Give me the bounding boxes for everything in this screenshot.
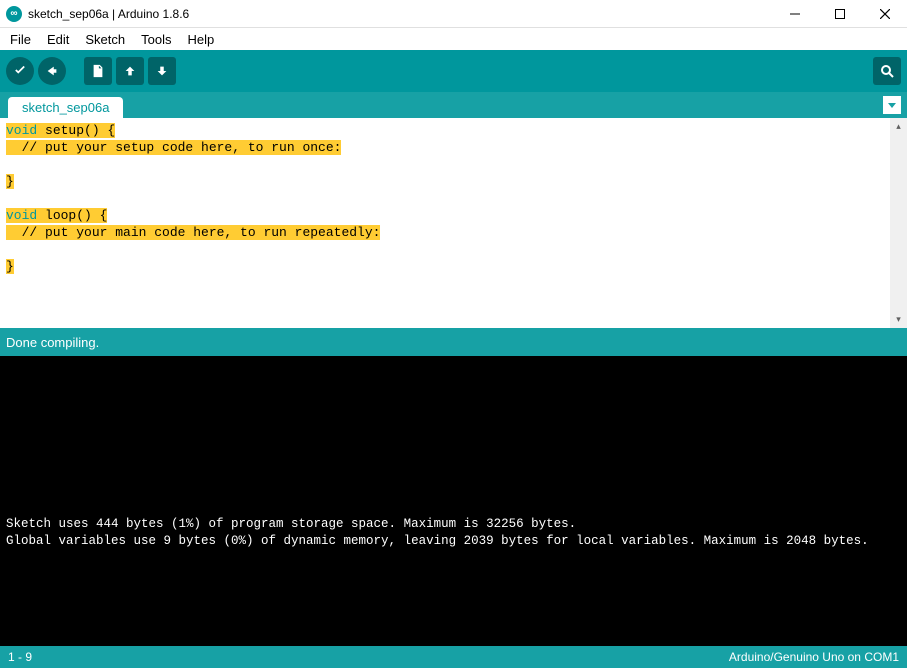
menu-file[interactable]: File (4, 30, 37, 49)
toolbar (0, 50, 907, 92)
cursor-position: 1 - 9 (8, 650, 32, 664)
code-editor[interactable]: void setup() { // put your setup code he… (0, 118, 890, 328)
scroll-up-icon[interactable]: ▴ (890, 118, 907, 135)
tab-bar: sketch_sep06a (0, 92, 907, 118)
console-line: Global variables use 9 bytes (0%) of dyn… (6, 533, 901, 550)
editor-area: void setup() { // put your setup code he… (0, 118, 907, 328)
console[interactable]: Sketch uses 444 bytes (1%) of program st… (0, 356, 907, 646)
code-keyword: void (6, 123, 37, 138)
code-brace: } (6, 259, 14, 274)
status-bar: Done compiling. (0, 328, 907, 356)
arduino-logo-icon (6, 6, 22, 22)
menu-tools[interactable]: Tools (135, 30, 177, 49)
menu-sketch[interactable]: Sketch (79, 30, 131, 49)
code-comment: // put your main code here, to run repea… (6, 225, 380, 240)
minimize-button[interactable] (772, 0, 817, 28)
upload-button[interactable] (38, 57, 66, 85)
open-button[interactable] (116, 57, 144, 85)
board-info: Arduino/Genuino Uno on COM1 (729, 650, 899, 664)
tab-sketch[interactable]: sketch_sep06a (8, 97, 123, 118)
status-text: Done compiling. (6, 335, 99, 350)
console-line: Sketch uses 444 bytes (1%) of program st… (6, 516, 901, 533)
vertical-scrollbar[interactable]: ▴ ▾ (890, 118, 907, 328)
code-text: setup() { (37, 123, 115, 138)
title-bar: sketch_sep06a | Arduino 1.8.6 (0, 0, 907, 28)
new-button[interactable] (84, 57, 112, 85)
tab-dropdown-button[interactable] (883, 96, 901, 114)
scroll-down-icon[interactable]: ▾ (890, 311, 907, 328)
serial-monitor-button[interactable] (873, 57, 901, 85)
code-comment: // put your setup code here, to run once… (6, 140, 341, 155)
menu-bar: File Edit Sketch Tools Help (0, 28, 907, 50)
maximize-button[interactable] (817, 0, 862, 28)
save-button[interactable] (148, 57, 176, 85)
menu-help[interactable]: Help (181, 30, 220, 49)
code-keyword: void (6, 208, 37, 223)
close-button[interactable] (862, 0, 907, 28)
window-controls (772, 0, 907, 28)
code-brace: } (6, 174, 14, 189)
window-title: sketch_sep06a | Arduino 1.8.6 (28, 7, 772, 21)
footer-bar: 1 - 9 Arduino/Genuino Uno on COM1 (0, 646, 907, 668)
verify-button[interactable] (6, 57, 34, 85)
menu-edit[interactable]: Edit (41, 30, 75, 49)
code-text: loop() { (37, 208, 107, 223)
